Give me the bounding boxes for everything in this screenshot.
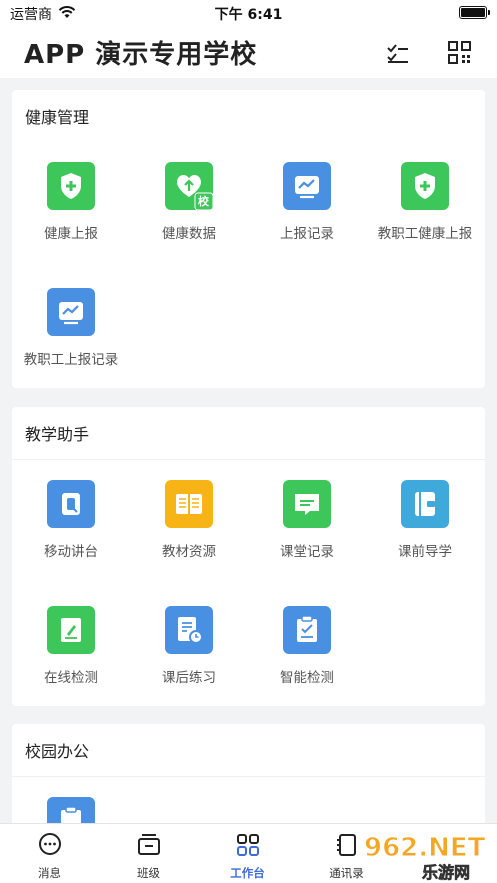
qrcode-scan-icon[interactable] xyxy=(447,40,473,66)
tab-workbench[interactable]: 工作台 xyxy=(198,824,297,883)
heart-upload-icon: 校 xyxy=(165,162,213,210)
section-campus-office: 校园办公 xyxy=(12,724,485,845)
wallet-book-icon xyxy=(401,480,449,528)
site-watermark: 962.NET 乐游网 xyxy=(364,833,487,883)
tile-smart-test[interactable]: 智能检测 xyxy=(248,606,366,706)
tile-online-test[interactable]: 在线检测 xyxy=(12,606,130,706)
app-header: APP 演示专用学校 xyxy=(0,26,497,78)
podium-icon xyxy=(47,480,95,528)
trend-monitor-icon xyxy=(283,162,331,210)
tab-class[interactable]: 班级 xyxy=(99,824,198,883)
status-bar: 运营商 下午 6:41 xyxy=(0,0,497,26)
page-title: APP 演示专用学校 xyxy=(24,40,258,70)
clipboard-check-icon xyxy=(283,606,331,654)
section-teaching: 教学助手 移动讲台 教材资源 课堂记录 课前导学 在线检测 课后练习 智能检测 xyxy=(12,407,485,706)
chat-bubble-icon xyxy=(39,833,61,855)
tile-label: 课前导学 xyxy=(398,544,452,560)
tile-preclass-guide[interactable]: 课前导学 xyxy=(366,480,484,580)
clock: 下午 6:41 xyxy=(214,7,283,23)
watermark-brand: 962.NET xyxy=(364,833,486,863)
open-book-icon xyxy=(165,480,213,528)
section-title: 健康管理 xyxy=(25,108,90,127)
tab-label: 班级 xyxy=(137,866,160,880)
tile-health-report[interactable]: 健康上报 xyxy=(12,162,130,262)
tile-staff-health-report[interactable]: 教职工健康上报 xyxy=(366,162,484,262)
battery-icon xyxy=(459,6,490,19)
notebook-pen-icon xyxy=(47,606,95,654)
checklist-icon[interactable] xyxy=(385,40,411,66)
section-health: 健康管理 健康上报 校 健康数据 上报记录 教职工健康上报 教职工上报记录 xyxy=(12,90,485,388)
blackboard-icon xyxy=(138,834,160,855)
school-badge: 校 xyxy=(198,195,209,208)
trend-monitor-icon xyxy=(47,288,95,336)
shield-plus-icon xyxy=(47,162,95,210)
tab-label: 工作台 xyxy=(230,866,265,880)
section-title: 校园办公 xyxy=(25,742,90,761)
tab-label: 消息 xyxy=(38,866,61,880)
chat-note-icon xyxy=(283,480,331,528)
section-divider xyxy=(12,459,485,460)
tile-mobile-podium[interactable]: 移动讲台 xyxy=(12,480,130,580)
tile-textbook-resources[interactable]: 教材资源 xyxy=(130,480,248,580)
tile-class-records[interactable]: 课堂记录 xyxy=(248,480,366,580)
tab-messages[interactable]: 消息 xyxy=(0,824,99,883)
contacts-book-icon xyxy=(337,834,356,856)
tile-report-records[interactable]: 上报记录 xyxy=(248,162,366,262)
tile-label: 教职工上报记录 xyxy=(23,352,119,368)
section-title: 教学助手 xyxy=(25,425,90,444)
section-divider xyxy=(12,776,485,777)
tile-staff-report-records[interactable]: 教职工上报记录 xyxy=(12,288,130,388)
watermark-sub: 乐游网 xyxy=(422,863,470,882)
document-clock-icon xyxy=(165,606,213,654)
tile-label: 教职工健康上报 xyxy=(377,226,473,242)
tile-homework-practice[interactable]: 课后练习 xyxy=(130,606,248,706)
apps-grid-icon xyxy=(237,834,259,856)
tile-health-data[interactable]: 校 健康数据 xyxy=(130,162,248,262)
shield-plus-icon xyxy=(401,162,449,210)
tile-label: 智能检测 xyxy=(280,670,334,686)
